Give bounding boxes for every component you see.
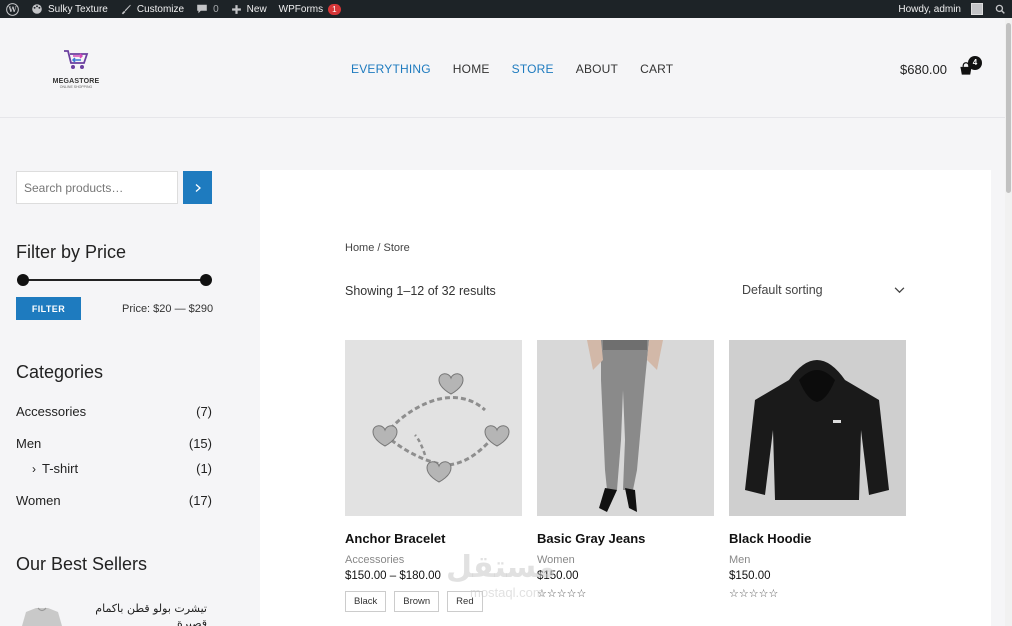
cart-count-badge: 4 [968,56,982,70]
nav-everything[interactable]: EVERYTHING [340,62,442,76]
comments-count: 0 [213,3,219,15]
category-count: (15) [188,436,212,451]
star-rating: ☆☆☆☆☆ [537,588,587,600]
categories-title: Categories [16,362,104,382]
product-image-jeans[interactable] [537,340,714,516]
product-price: $150.00 [537,570,579,582]
customize-link[interactable]: Customize [114,0,190,18]
swatch-black[interactable]: Black [345,591,387,612]
admin-bar: W Sulky Texture Customize 0 New WPForms … [0,0,1012,18]
best-seller-thumbnail[interactable] [16,606,68,626]
category-accessories[interactable]: Accessories (7) [16,404,212,419]
filter-button[interactable]: FILTER [16,297,81,320]
wordpress-menu[interactable]: W [0,0,25,18]
brush-icon [121,4,131,15]
howdy-text: Howdy, admin [898,3,961,15]
product-image-bracelet[interactable] [345,340,522,516]
plus-icon [231,4,241,14]
product-card: Black Hoodie Men $150.00 ☆☆☆☆☆ [729,340,906,600]
wpforms-badge: 1 [328,3,341,15]
price-slider-track[interactable] [22,279,208,281]
site-name-link[interactable]: Sulky Texture [25,0,114,18]
breadcrumb: Home / Store [345,242,410,254]
product-title[interactable]: Basic Gray Jeans [537,531,714,546]
account-menu[interactable]: Howdy, admin [892,0,989,18]
shopping-cart-logo-icon [64,50,89,69]
site-name: Sulky Texture [48,3,108,15]
comments-link[interactable]: 0 [190,0,225,18]
chevron-down-icon [894,287,905,294]
admin-search[interactable] [989,0,1012,18]
category-name: T-shirt [42,461,79,476]
price-slider [17,273,213,287]
nav-store[interactable]: STORE [501,62,565,76]
price-range-label: Price: $20 — $290 [122,303,214,315]
wordpress-icon: W [6,2,19,16]
main-navigation: EVERYTHING HOME STORE ABOUT CART [340,62,684,76]
new-label: New [246,3,267,15]
product-image-hoodie[interactable] [729,340,906,516]
category-name: Accessories [16,404,87,419]
sorting-select[interactable]: Default sorting [742,283,907,297]
nav-cart[interactable]: CART [629,62,684,76]
product-category[interactable]: Women [537,554,714,566]
nav-home[interactable]: HOME [442,62,501,76]
palette-icon [32,4,42,14]
cart-total[interactable]: $680.00 [900,62,947,77]
logo-subtitle: ONLINE SHOPPING [59,85,93,89]
product-title[interactable]: Anchor Bracelet [345,531,522,546]
wpforms-link[interactable]: WPForms 1 [273,0,347,18]
chevron-right-icon [195,183,201,192]
product-search-button[interactable] [183,171,212,204]
product-title[interactable]: Black Hoodie [729,531,906,546]
page-scrollbar[interactable] [1005,18,1012,626]
nav-about[interactable]: ABOUT [565,62,629,76]
product-card: Basic Gray Jeans Women $150.00 ☆☆☆☆☆ [537,340,714,600]
category-t-shirt[interactable]: › T-shirt (1) [32,461,212,476]
comment-icon [197,4,207,14]
scrollbar-thumb[interactable] [1006,23,1011,193]
site-header: MEGASTORE ONLINE SHOPPING EVERYTHING HOM… [0,18,1005,118]
category-men[interactable]: Men (15) [16,436,212,451]
category-count: (17) [188,493,212,508]
search-icon [995,4,1005,14]
product-search-input[interactable] [16,171,178,204]
category-count: (1) [196,461,212,476]
chevron-right-icon: › [32,462,36,476]
filter-by-price-title: Filter by Price [16,242,127,262]
watermark-subtitle: mostaql.com [470,585,544,600]
category-name: Men [16,436,42,451]
site-logo[interactable]: MEGASTORE ONLINE SHOPPING [46,48,106,89]
watermark: مستقل [446,550,556,585]
product-price: $150.00 [729,570,771,582]
new-content-link[interactable]: New [225,0,273,18]
price-slider-max-handle[interactable] [200,274,212,286]
customize-label: Customize [136,3,185,15]
product-category[interactable]: Men [729,554,906,566]
best-sellers-title: Our Best Sellers [16,554,148,574]
result-count: Showing 1–12 of 32 results [345,284,496,298]
category-women[interactable]: Women (17) [16,493,212,508]
logo-text: MEGASTORE [52,78,100,85]
category-count: (7) [196,404,212,419]
swatch-brown[interactable]: Brown [394,591,440,612]
svg-text:W: W [7,5,17,14]
sorting-value: Default sorting [742,283,823,297]
best-seller-title[interactable]: تيشرت بولو قطن باكمام قصيرة [79,601,207,626]
wpforms-label: WPForms [278,3,324,15]
category-name: Women [16,493,61,508]
avatar [971,3,983,15]
star-rating: ☆☆☆☆☆ [729,588,779,600]
price-slider-min-handle[interactable] [17,274,29,286]
